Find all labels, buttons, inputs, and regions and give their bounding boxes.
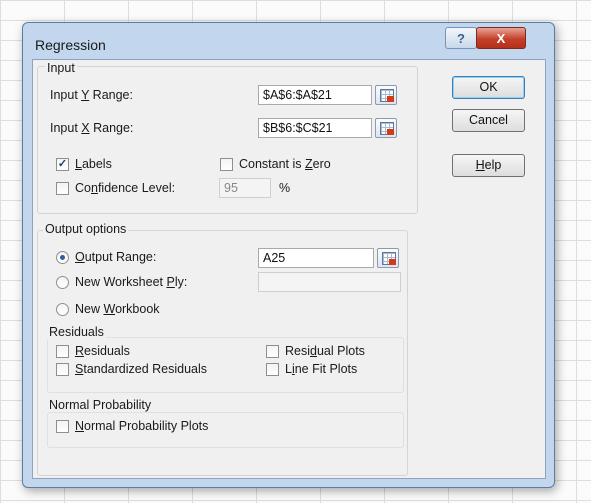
standardized-residuals-label: Standardized Residuals — [75, 362, 208, 376]
close-icon[interactable]: X — [476, 27, 526, 49]
help-icon[interactable]: ? — [445, 27, 477, 49]
standardized-residuals-checkbox[interactable] — [56, 363, 69, 376]
normal-probability-plots-label: Normal Probability Plots — [75, 419, 209, 433]
normal-probability-plots-checkbox[interactable] — [56, 420, 69, 433]
y-range-input[interactable]: $A$6:$A$21 — [258, 85, 372, 105]
residual-plots-label: Residual Plots — [285, 344, 365, 358]
x-range-label: Input X Range: — [50, 121, 134, 135]
new-workbook-radio[interactable] — [56, 303, 69, 316]
help-button[interactable]: Help — [452, 154, 525, 177]
new-worksheet-ply-label: New Worksheet Ply: — [75, 275, 188, 289]
y-range-select-icon[interactable] — [375, 85, 397, 105]
normal-probability-label: Normal Probability — [47, 398, 154, 412]
regression-dialog: Regression ? X Input Input Y Range: $A$6… — [22, 22, 555, 488]
labels-label: Labels — [75, 157, 112, 171]
new-worksheet-ply-input[interactable] — [258, 272, 401, 292]
x-range-select-icon[interactable] — [375, 118, 397, 138]
residuals-checkbox[interactable] — [56, 345, 69, 358]
confidence-unit: % — [279, 181, 291, 195]
residuals-label: Residuals — [47, 325, 106, 339]
ok-button[interactable]: OK — [452, 76, 525, 99]
y-range-label: Input Y Range: — [50, 88, 133, 102]
confidence-checkbox[interactable] — [56, 182, 69, 195]
output-range-input[interactable]: A25 — [258, 248, 374, 268]
line-fit-plots-label: Line Fit Plots — [285, 362, 358, 376]
cancel-button[interactable]: Cancel — [452, 109, 525, 132]
output-options-label: Output options — [43, 222, 129, 236]
output-range-label: Output Range: — [75, 250, 157, 264]
labels-checkbox[interactable]: ✓ — [56, 158, 69, 171]
input-group-label: Input — [45, 61, 77, 75]
output-range-select-icon[interactable] — [377, 248, 399, 268]
residuals-checkbox-label: Residuals — [75, 344, 130, 358]
dialog-title: Regression — [35, 37, 106, 53]
output-range-radio[interactable] — [56, 251, 69, 264]
line-fit-plots-checkbox[interactable] — [266, 363, 279, 376]
new-worksheet-ply-radio[interactable] — [56, 276, 69, 289]
dialog-body: Input Input Y Range: $A$6:$A$21 Input X … — [32, 59, 546, 479]
title-bar: Regression ? X — [23, 23, 554, 57]
confidence-label: Confidence Level: — [75, 181, 176, 195]
constant-zero-label: Constant is Zero — [239, 157, 331, 171]
residual-plots-checkbox[interactable] — [266, 345, 279, 358]
new-workbook-label: New Workbook — [75, 302, 160, 316]
constant-zero-checkbox[interactable] — [220, 158, 233, 171]
confidence-input[interactable]: 95 — [219, 178, 271, 198]
x-range-input[interactable]: $B$6:$C$21 — [258, 118, 372, 138]
